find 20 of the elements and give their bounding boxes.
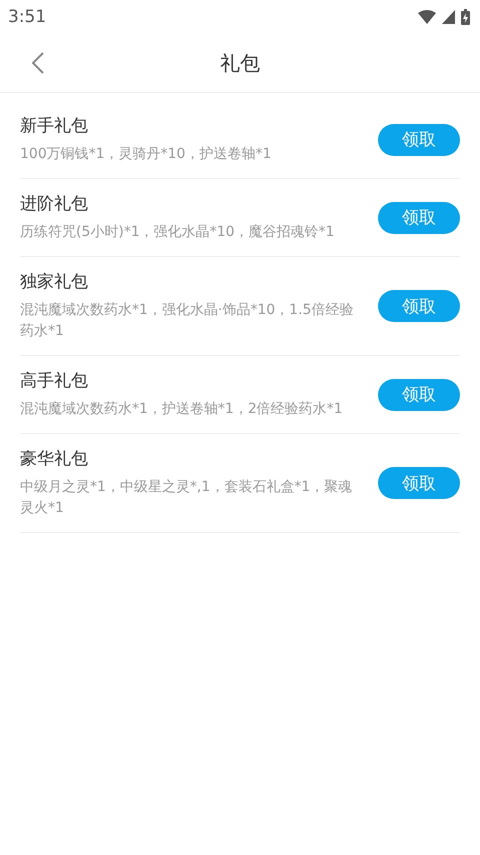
package-contents: 历练符咒(5小时)*1，强化水晶*10，魔谷招魂铃*1 bbox=[20, 223, 336, 242]
battery-icon bbox=[461, 9, 470, 25]
signal-icon bbox=[442, 10, 455, 24]
claim-button[interactable]: 领取 bbox=[378, 124, 460, 156]
claim-button[interactable]: 领取 bbox=[378, 467, 460, 499]
package-name: 独家礼包 bbox=[20, 271, 89, 294]
claim-button[interactable]: 领取 bbox=[378, 202, 460, 234]
package-name: 豪华礼包 bbox=[20, 448, 89, 471]
package-name: 进阶礼包 bbox=[20, 193, 89, 216]
package-name: 高手礼包 bbox=[20, 370, 89, 393]
claim-button[interactable]: 领取 bbox=[378, 378, 460, 410]
package-name: 新手礼包 bbox=[20, 115, 89, 138]
package-contents: 混沌魔域次数药水*1，护送卷轴*1，2倍经验药水*1 bbox=[20, 400, 344, 419]
claim-button[interactable]: 领取 bbox=[378, 290, 460, 322]
wifi-icon bbox=[418, 10, 436, 24]
status-time: 3:51 bbox=[8, 7, 46, 27]
package-contents: 混沌魔域次数药水*1，强化水晶·饰品*10，1.5倍经验药水*1 bbox=[20, 301, 354, 341]
package-contents: 中级月之灵*1，中级星之灵*,1，套装石礼盒*1，聚魂灵火*1 bbox=[20, 478, 354, 518]
page-title: 礼包 bbox=[220, 50, 260, 76]
package-contents: 100万铜钱*1，灵骑丹*10，护送卷轴*1 bbox=[20, 145, 272, 164]
